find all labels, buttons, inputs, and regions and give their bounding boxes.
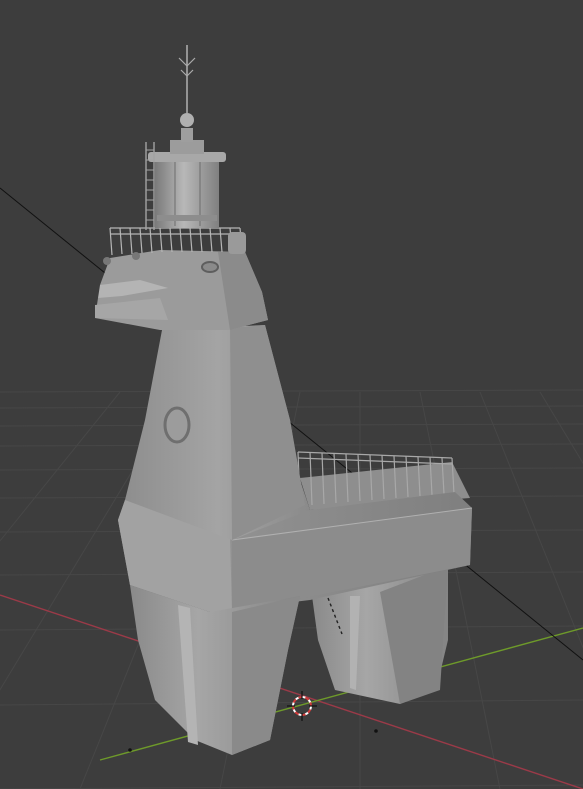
head-porthole [201, 261, 219, 273]
lamp-house [145, 45, 226, 230]
neck [125, 325, 310, 540]
neck-porthole [163, 406, 191, 444]
origin-dot [374, 729, 378, 733]
viewport-canvas[interactable] [0, 0, 583, 789]
3d-viewport[interactable] [0, 0, 583, 789]
head [95, 250, 268, 330]
3d-cursor-icon[interactable] [287, 691, 317, 721]
origin-dot [128, 748, 132, 752]
